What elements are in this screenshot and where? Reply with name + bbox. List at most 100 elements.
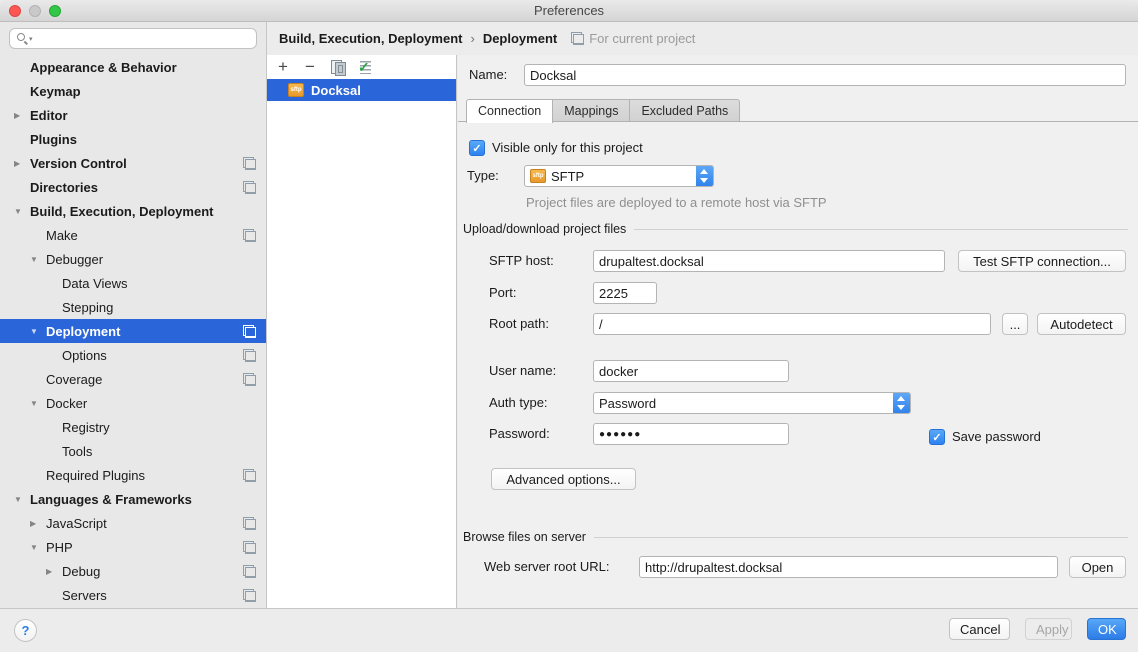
password-label: Password:	[489, 423, 550, 445]
root-path-label: Root path:	[489, 313, 549, 335]
use-as-default-icon[interactable]	[357, 59, 373, 75]
chevron-collapsed-icon[interactable]: ▶	[44, 567, 62, 576]
sidebar-item-servers[interactable]: Servers	[0, 583, 266, 607]
sidebar-item-languages-frameworks[interactable]: ▼Languages & Frameworks	[0, 487, 266, 511]
search-icon	[17, 33, 25, 41]
root-path-browse-button[interactable]: ...	[1002, 313, 1028, 335]
sidebar-item-deployment[interactable]: ▼Deployment	[0, 319, 266, 343]
help-button[interactable]: ?	[14, 619, 37, 642]
tab-mappings[interactable]: Mappings	[553, 99, 630, 122]
titlebar: Preferences	[0, 0, 1138, 22]
tab-connection[interactable]: Connection	[466, 99, 553, 123]
sidebar-item-label: Options	[62, 348, 243, 363]
server-item-docksal[interactable]: sftpDocksal	[267, 79, 456, 101]
copy-icon[interactable]	[330, 59, 346, 75]
server-item-label: Docksal	[311, 83, 361, 98]
chevron-collapsed-icon[interactable]: ▶	[12, 111, 30, 120]
sidebar-item-debug[interactable]: ▶Debug	[0, 559, 266, 583]
sidebar-item-label: Keymap	[30, 84, 266, 99]
sidebar-item-stepping[interactable]: Stepping	[0, 295, 266, 319]
chevron-expanded-icon[interactable]: ▼	[28, 327, 46, 336]
chevron-collapsed-icon[interactable]: ▶	[28, 519, 46, 528]
sidebar-item-options[interactable]: Options	[0, 343, 266, 367]
chevron-expanded-icon[interactable]: ▼	[12, 207, 30, 216]
sidebar-item-debugger[interactable]: ▼Debugger	[0, 247, 266, 271]
sidebar-item-plugins[interactable]: Plugins	[0, 127, 266, 151]
sidebar-item-directories[interactable]: Directories	[0, 175, 266, 199]
search-options-caret-icon[interactable]: ▾	[29, 35, 33, 43]
project-scope-icon	[243, 325, 256, 338]
save-password-checkbox[interactable]	[929, 429, 945, 445]
upload-section-label: Upload/download project files	[463, 222, 626, 236]
sidebar-item-label: JavaScript	[46, 516, 243, 531]
sidebar-item-label: Registry	[62, 420, 266, 435]
password-input[interactable]	[593, 423, 789, 445]
tab-excluded-paths[interactable]: Excluded Paths	[630, 99, 740, 122]
test-sftp-connection-button[interactable]: Test SFTP connection...	[958, 250, 1126, 272]
window-title: Preferences	[534, 3, 604, 18]
breadcrumb-page[interactable]: Deployment	[483, 31, 557, 46]
sidebar-item-make[interactable]: Make	[0, 223, 266, 247]
sftp-type-icon: sftp	[530, 169, 546, 183]
sftp-host-input[interactable]	[593, 250, 945, 272]
zoom-button[interactable]	[49, 5, 61, 17]
port-input[interactable]	[593, 282, 657, 304]
sidebar-item-javascript[interactable]: ▶JavaScript	[0, 511, 266, 535]
config-tabs: ConnectionMappingsExcluded Paths	[466, 99, 740, 123]
chevron-expanded-icon[interactable]: ▼	[28, 255, 46, 264]
search-box: ▾	[0, 22, 266, 53]
scope-indicator: For current project	[571, 31, 695, 46]
cancel-button[interactable]: Cancel	[949, 618, 1010, 640]
add-icon[interactable]	[276, 59, 292, 75]
footer-buttons: Cancel Apply OK	[949, 618, 1126, 640]
auth-type-select[interactable]: Password	[593, 392, 911, 414]
user-name-input[interactable]	[593, 360, 789, 382]
sidebar-item-label: Editor	[30, 108, 266, 123]
sidebar-item-label: Debugger	[46, 252, 266, 267]
chevron-collapsed-icon[interactable]: ▶	[12, 159, 30, 168]
settings-search-input[interactable]	[9, 28, 257, 49]
sidebar-item-registry[interactable]: Registry	[0, 415, 266, 439]
breadcrumb: Build, Execution, Deployment › Deploymen…	[267, 22, 1138, 55]
sidebar-item-editor[interactable]: ▶Editor	[0, 103, 266, 127]
remove-icon[interactable]	[303, 59, 319, 75]
chevron-expanded-icon[interactable]: ▼	[12, 495, 30, 504]
project-scope-icon	[243, 565, 256, 578]
visible-only-checkbox[interactable]	[469, 140, 485, 156]
sidebar-item-php[interactable]: ▼PHP	[0, 535, 266, 559]
minimize-button	[29, 5, 41, 17]
settings-tree: Appearance & BehaviorKeymap▶EditorPlugin…	[0, 55, 266, 607]
sidebar-item-tools[interactable]: Tools	[0, 439, 266, 463]
chevron-expanded-icon[interactable]: ▼	[28, 543, 46, 552]
breadcrumb-section[interactable]: Build, Execution, Deployment	[279, 31, 462, 46]
advanced-options-button[interactable]: Advanced options...	[491, 468, 636, 490]
name-input[interactable]	[524, 64, 1126, 86]
user-name-label: User name:	[489, 360, 556, 382]
type-select[interactable]: sftp SFTP	[524, 165, 714, 187]
sidebar-item-label: Make	[46, 228, 243, 243]
root-path-input[interactable]	[593, 313, 991, 335]
sidebar-item-build-execution-deployment[interactable]: ▼Build, Execution, Deployment	[0, 199, 266, 223]
project-scope-icon	[243, 157, 256, 170]
sidebar-item-label: Data Views	[62, 276, 266, 291]
sidebar-item-appearance-behavior[interactable]: Appearance & Behavior	[0, 55, 266, 79]
autodetect-button[interactable]: Autodetect	[1037, 313, 1126, 335]
sidebar-item-coverage[interactable]: Coverage	[0, 367, 266, 391]
save-password-row: Save password	[929, 426, 1041, 448]
sidebar-item-required-plugins[interactable]: Required Plugins	[0, 463, 266, 487]
sidebar-item-keymap[interactable]: Keymap	[0, 79, 266, 103]
sidebar-item-label: Tools	[62, 444, 266, 459]
ok-button[interactable]: OK	[1087, 618, 1126, 640]
sidebar-item-data-views[interactable]: Data Views	[0, 271, 266, 295]
sidebar-item-docker[interactable]: ▼Docker	[0, 391, 266, 415]
sidebar-item-version-control[interactable]: ▶Version Control	[0, 151, 266, 175]
visible-only-label: Visible only for this project	[492, 137, 643, 159]
server-list: sftpDocksal	[267, 79, 456, 101]
close-button[interactable]	[9, 5, 21, 17]
sidebar-item-label: PHP	[46, 540, 243, 555]
open-button[interactable]: Open	[1069, 556, 1126, 578]
web-root-input[interactable]	[639, 556, 1058, 578]
name-label: Name:	[469, 64, 507, 86]
upload-section-header: Upload/download project files	[463, 222, 1128, 236]
chevron-expanded-icon[interactable]: ▼	[28, 399, 46, 408]
